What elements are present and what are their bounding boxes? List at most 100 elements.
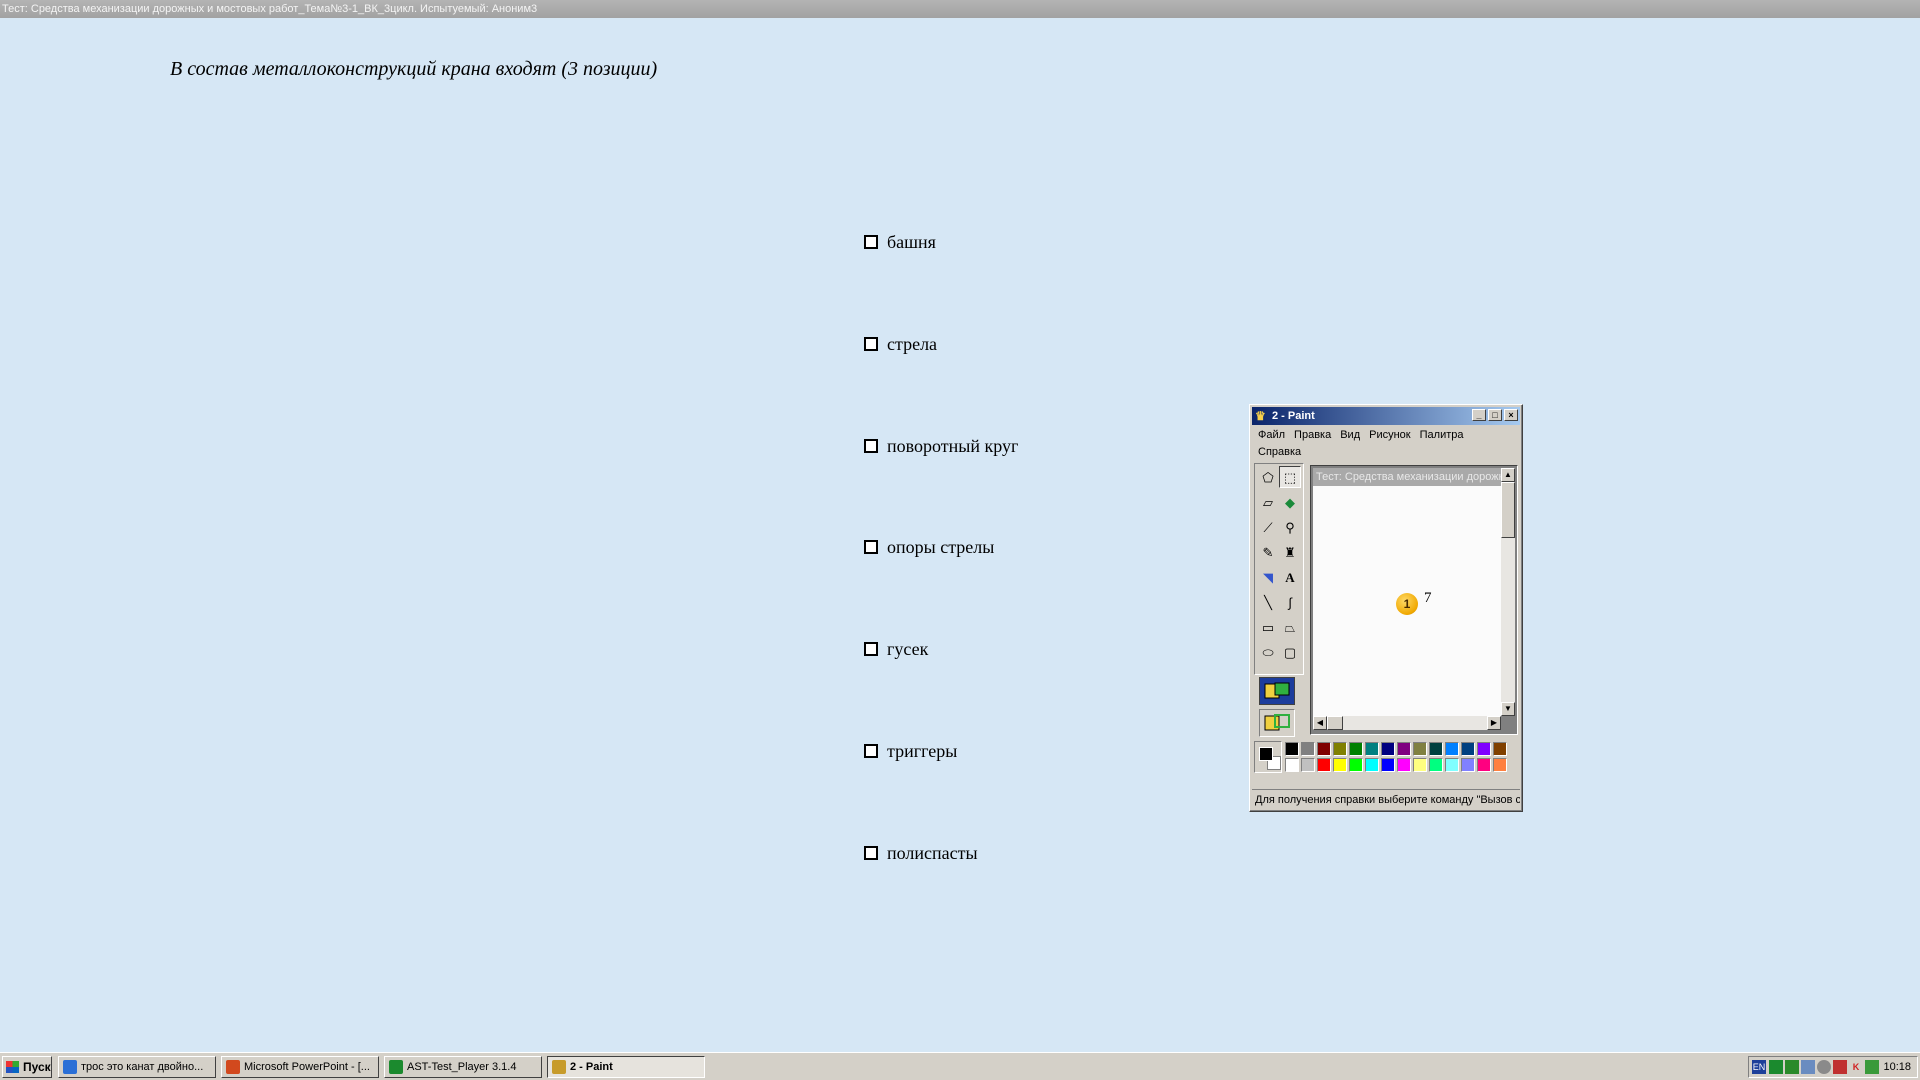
draw-opaque-option[interactable] bbox=[1259, 677, 1295, 705]
color-swatch[interactable] bbox=[1301, 758, 1315, 772]
taskbar-item-paint[interactable]: 2 - Paint bbox=[547, 1056, 705, 1078]
menu-edit[interactable]: Правка bbox=[1290, 427, 1336, 444]
start-button[interactable]: Пуск bbox=[2, 1056, 52, 1078]
color-swatch[interactable] bbox=[1381, 758, 1395, 772]
fill-icon[interactable]: ◆ bbox=[1279, 491, 1301, 513]
numbered-marker: 1 bbox=[1396, 593, 1418, 615]
answer-option[interactable]: опоры стрелы bbox=[864, 533, 994, 561]
answer-label: гусек bbox=[887, 638, 929, 659]
color-selector[interactable] bbox=[1254, 741, 1282, 773]
color-swatch[interactable] bbox=[1317, 742, 1331, 756]
horizontal-scroll-thumb[interactable] bbox=[1327, 716, 1343, 730]
scroll-right-icon[interactable]: ▶ bbox=[1487, 716, 1501, 730]
color-swatch[interactable] bbox=[1333, 758, 1347, 772]
answer-checkbox[interactable] bbox=[864, 540, 878, 554]
sound-icon[interactable] bbox=[1817, 1060, 1831, 1074]
scroll-down-icon[interactable]: ▼ bbox=[1501, 702, 1515, 716]
network-icon[interactable] bbox=[1785, 1060, 1799, 1074]
kaspersky-icon[interactable]: K bbox=[1849, 1060, 1863, 1074]
magnifier-icon[interactable]: ⚲ bbox=[1279, 516, 1301, 538]
clock[interactable]: 10:18 bbox=[1883, 1057, 1911, 1077]
answer-checkbox[interactable] bbox=[864, 642, 878, 656]
line-icon[interactable]: ╲ bbox=[1257, 591, 1279, 613]
draw-transparent-option[interactable] bbox=[1259, 709, 1295, 737]
paint-title: 2 - Paint bbox=[1272, 410, 1315, 422]
vertical-scroll-thumb[interactable] bbox=[1501, 482, 1515, 538]
answer-checkbox[interactable] bbox=[864, 337, 878, 351]
display-icon[interactable] bbox=[1801, 1060, 1815, 1074]
answer-checkbox[interactable] bbox=[864, 439, 878, 453]
answer-option[interactable]: триггеры bbox=[864, 737, 957, 765]
answer-checkbox[interactable] bbox=[864, 744, 878, 758]
paint-titlebar[interactable]: ♛ 2 - Paint _ □ × bbox=[1252, 407, 1520, 425]
color-swatch[interactable] bbox=[1461, 742, 1475, 756]
color-swatch[interactable] bbox=[1285, 742, 1299, 756]
color-swatch[interactable] bbox=[1365, 742, 1379, 756]
rect-select-icon[interactable]: ⬚ bbox=[1279, 466, 1301, 488]
color-swatch[interactable] bbox=[1413, 758, 1427, 772]
paint-window[interactable]: ♛ 2 - Paint _ □ × Файл Правка Вид Рисунок Па… bbox=[1249, 404, 1523, 812]
language-indicator[interactable]: EN bbox=[1752, 1060, 1766, 1074]
color-swatch[interactable] bbox=[1493, 758, 1507, 772]
eraser-icon[interactable]: ▱ bbox=[1257, 491, 1279, 513]
vertical-scrollbar[interactable]: ▲ ▼ bbox=[1501, 468, 1515, 716]
horizontal-scrollbar[interactable]: ◀ ▶ bbox=[1313, 716, 1501, 730]
color-swatch[interactable] bbox=[1317, 758, 1331, 772]
close-button[interactable]: × bbox=[1504, 409, 1518, 421]
color-swatch[interactable] bbox=[1429, 742, 1443, 756]
free-select-icon[interactable]: ⬠ bbox=[1257, 466, 1279, 488]
color-swatch[interactable] bbox=[1493, 742, 1507, 756]
scroll-up-icon[interactable]: ▲ bbox=[1501, 468, 1515, 482]
curve-icon[interactable]: ∫ bbox=[1279, 591, 1301, 613]
color-swatch[interactable] bbox=[1381, 742, 1395, 756]
pencil-icon[interactable]: ✎ bbox=[1257, 541, 1279, 563]
minimize-button[interactable]: _ bbox=[1472, 409, 1486, 421]
answer-option[interactable]: полиспасты bbox=[864, 839, 978, 867]
color-swatch[interactable] bbox=[1445, 758, 1459, 772]
update-icon[interactable] bbox=[1865, 1060, 1879, 1074]
menu-view[interactable]: Вид bbox=[1336, 427, 1365, 444]
brush-icon[interactable]: ♜ bbox=[1279, 541, 1301, 563]
color-swatch[interactable] bbox=[1349, 758, 1363, 772]
taskbar-item-ast-player[interactable]: AST-Test_Player 3.1.4 bbox=[384, 1056, 542, 1078]
color-picker-icon[interactable]: ⟋ bbox=[1257, 516, 1279, 538]
canvas-area[interactable]: Тест: Средства механизации дорожных 1 7 … bbox=[1310, 465, 1518, 735]
answer-option[interactable]: поворотный круг bbox=[864, 432, 1018, 460]
taskbar-item-browser[interactable]: трос это канат двойно... bbox=[58, 1056, 216, 1078]
answer-option[interactable]: гусек bbox=[864, 635, 928, 663]
answer-checkbox[interactable] bbox=[864, 846, 878, 860]
answer-label: поворотный круг bbox=[887, 435, 1019, 456]
answer-option[interactable]: стрела bbox=[864, 330, 937, 358]
antivirus-icon[interactable] bbox=[1833, 1060, 1847, 1074]
answer-checkbox[interactable] bbox=[864, 235, 878, 249]
color-swatch[interactable] bbox=[1413, 742, 1427, 756]
ast-tray-icon[interactable] bbox=[1769, 1060, 1783, 1074]
color-swatch[interactable] bbox=[1397, 758, 1411, 772]
canvas[interactable]: 1 7 bbox=[1313, 486, 1501, 716]
rectangle-icon[interactable]: ▭ bbox=[1257, 616, 1279, 638]
scroll-left-icon[interactable]: ◀ bbox=[1313, 716, 1327, 730]
maximize-button[interactable]: □ bbox=[1488, 409, 1502, 421]
ellipse-icon[interactable]: ⬭ bbox=[1257, 641, 1279, 663]
polygon-icon[interactable]: ⏢ bbox=[1279, 616, 1301, 638]
menu-help[interactable]: Справка bbox=[1254, 444, 1306, 461]
color-swatch[interactable] bbox=[1429, 758, 1443, 772]
color-swatch[interactable] bbox=[1301, 742, 1315, 756]
color-swatch[interactable] bbox=[1397, 742, 1411, 756]
color-swatch[interactable] bbox=[1285, 758, 1299, 772]
text-icon[interactable]: A bbox=[1279, 566, 1301, 588]
rounded-rect-icon[interactable]: ▢ bbox=[1279, 641, 1301, 663]
color-swatch[interactable] bbox=[1477, 758, 1491, 772]
taskbar-item-powerpoint[interactable]: Microsoft PowerPoint - [... bbox=[221, 1056, 379, 1078]
color-swatch[interactable] bbox=[1461, 758, 1475, 772]
answer-option[interactable]: башня bbox=[864, 228, 936, 256]
airbrush-icon[interactable]: ◥ bbox=[1257, 566, 1279, 588]
color-swatch[interactable] bbox=[1445, 742, 1459, 756]
menu-colors[interactable]: Палитра bbox=[1416, 427, 1469, 444]
color-swatch[interactable] bbox=[1477, 742, 1491, 756]
menu-file[interactable]: Файл bbox=[1254, 427, 1290, 444]
color-swatch[interactable] bbox=[1349, 742, 1363, 756]
menu-image[interactable]: Рисунок bbox=[1365, 427, 1416, 444]
color-swatch[interactable] bbox=[1365, 758, 1379, 772]
color-swatch[interactable] bbox=[1333, 742, 1347, 756]
